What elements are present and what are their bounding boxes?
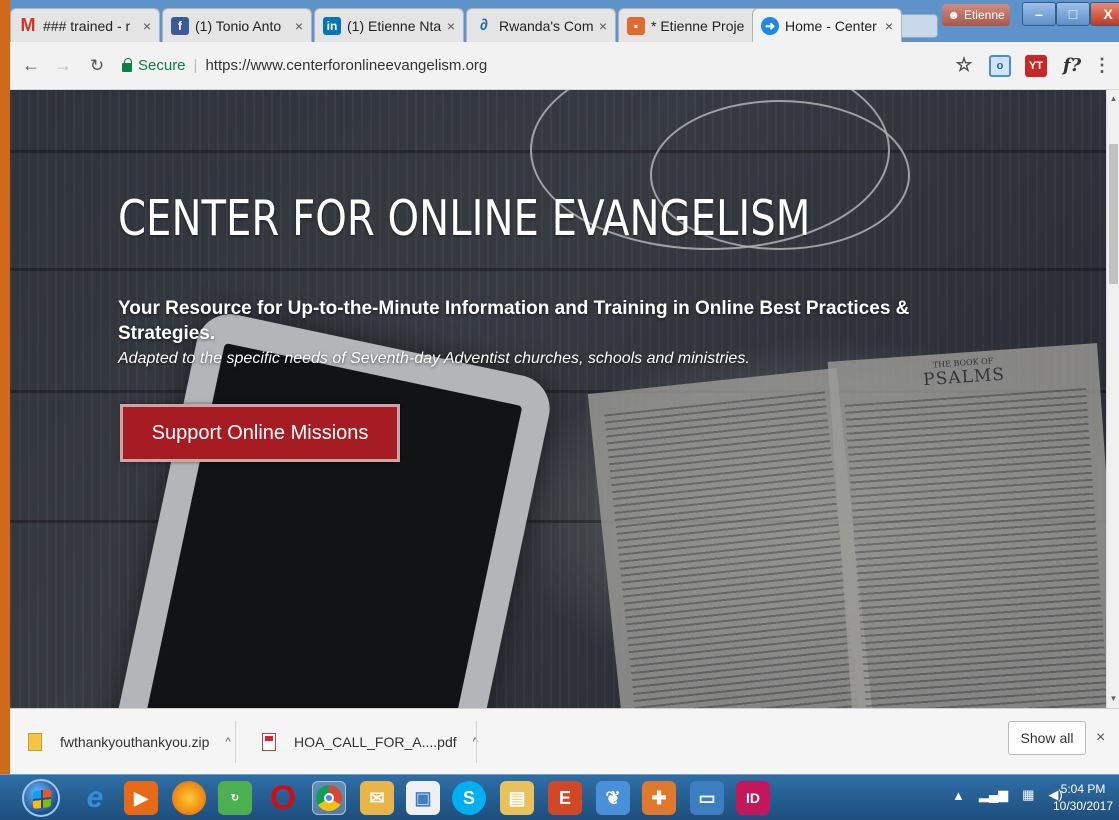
- browser-tab-strip: M ### trained - r × f (1) Tonio Anto × i…: [10, 0, 1119, 42]
- tab-gmail[interactable]: M ### trained - r ×: [10, 8, 160, 42]
- forward-icon[interactable]: →: [50, 53, 76, 79]
- show-all-button[interactable]: Show all: [1008, 721, 1086, 755]
- download-filename: HOA_CALL_FOR_A....pdf: [294, 734, 457, 750]
- close-icon[interactable]: ×: [599, 18, 607, 34]
- photo-viewer-icon[interactable]: ▣: [406, 781, 440, 815]
- chrome-logo: [316, 785, 342, 811]
- feather-icon: ∂: [480, 16, 488, 34]
- tab-title: (1) Tonio Anto: [195, 17, 282, 34]
- divider: [235, 721, 236, 763]
- chrome-icon[interactable]: [312, 781, 346, 815]
- back-icon[interactable]: ←: [18, 53, 44, 79]
- presentation-icon[interactable]: E: [548, 781, 582, 815]
- scroll-down-icon[interactable]: ▼: [1109, 694, 1118, 704]
- indesign-icon[interactable]: ID: [736, 781, 770, 815]
- chrome-logo-center: [324, 793, 334, 803]
- page-scrollbar[interactable]: ▲ ▼: [1106, 90, 1119, 708]
- page-tagline: Adapted to the specific needs of Seventh…: [118, 350, 750, 367]
- hero-section: THE BOOK OF PSALMS CENTER FOR ONLINE EVA…: [10, 90, 1106, 708]
- close-window-button[interactable]: X: [1090, 2, 1119, 26]
- download-item[interactable]: HOA_CALL_FOR_A....pdf ^: [262, 723, 478, 761]
- maximize-button[interactable]: □: [1056, 2, 1090, 26]
- desktop-edge: [0, 0, 10, 820]
- system-tray: ▲ ▂▄▆ ▦ ◀): [952, 787, 1063, 803]
- yt-extension-icon[interactable]: YT: [1025, 54, 1047, 77]
- zip-file-icon: [28, 733, 42, 751]
- mp4-converter-icon[interactable]: ↻: [218, 781, 252, 815]
- cleaner-icon[interactable]: ✉: [360, 781, 394, 815]
- address-bar[interactable]: Secure | https://www.centerforonlineevan…: [122, 51, 953, 81]
- url-text: https://www.centerforonlineevangelism.or…: [205, 57, 488, 74]
- tab-rwanda[interactable]: ∂ Rwanda's Com ×: [466, 8, 616, 42]
- books-icon[interactable]: ❦: [596, 781, 630, 815]
- tab-home-center[interactable]: ➜ Home - Center ×: [752, 8, 902, 42]
- reload-icon[interactable]: ↻: [84, 53, 110, 79]
- windows-logo-icon: [33, 789, 51, 809]
- file-explorer-icon[interactable]: ▤: [500, 781, 534, 815]
- tab-facebook[interactable]: f (1) Tonio Anto ×: [162, 8, 312, 42]
- tab-title: Rwanda's Com: [499, 17, 594, 34]
- close-icon[interactable]: ×: [143, 18, 151, 34]
- person-icon: ☻: [947, 8, 960, 22]
- opera-icon[interactable]: O: [266, 779, 300, 817]
- close-downloads-icon[interactable]: ×: [1096, 729, 1105, 747]
- tab-title: ### trained - r: [43, 17, 131, 34]
- tab-linkedin[interactable]: in (1) Etienne Nta ×: [314, 8, 464, 42]
- pdf-file-icon: [262, 733, 276, 751]
- toolbar-extensions: ☆ o YT f? ⋮: [953, 54, 1111, 77]
- facebook-icon: f: [171, 16, 189, 35]
- office-extension-icon[interactable]: o: [989, 54, 1011, 77]
- close-icon[interactable]: ×: [295, 18, 303, 34]
- new-tab-button[interactable]: [896, 14, 938, 38]
- linkedin-icon: in: [323, 16, 341, 35]
- paint-icon[interactable]: ✚: [642, 781, 676, 815]
- clock-date: 10/30/2017: [1052, 799, 1114, 813]
- download-filename: fwthankyouthankyou.zip: [60, 734, 210, 750]
- profile-button[interactable]: ☻ Etienne: [942, 4, 1010, 26]
- site-icon: ➜: [761, 16, 779, 35]
- show-hidden-icons-icon[interactable]: ▲: [952, 788, 965, 803]
- menu-icon[interactable]: ⋮: [1093, 55, 1111, 77]
- scroll-up-icon[interactable]: ▲: [1109, 94, 1118, 104]
- support-online-missions-button[interactable]: Support Online Missions: [120, 404, 400, 462]
- close-icon[interactable]: ×: [447, 18, 455, 34]
- tab-title: Home - Center: [785, 17, 877, 34]
- divider: [476, 721, 477, 763]
- ie-icon[interactable]: e: [78, 781, 112, 815]
- profile-name: Etienne: [963, 8, 1005, 22]
- close-icon[interactable]: ×: [885, 18, 893, 34]
- clock-time: 5:04 PM: [1060, 782, 1106, 796]
- page-subtitle: Your Resource for Up-to-the-Minute Infor…: [118, 298, 910, 344]
- secure-label: Secure: [138, 57, 186, 74]
- firefox-icon[interactable]: [172, 781, 206, 815]
- page-title: CENTER FOR ONLINE EVANGELISM: [118, 190, 811, 247]
- slides-icon: ▪: [627, 16, 645, 35]
- start-button[interactable]: [22, 779, 60, 817]
- scroll-thumb[interactable]: [1109, 144, 1118, 284]
- skype-icon[interactable]: S: [452, 781, 486, 815]
- lock-icon: [122, 58, 132, 72]
- media-icon[interactable]: ▶: [124, 781, 158, 815]
- gmail-icon: M: [20, 15, 36, 35]
- url-separator: |: [193, 57, 198, 74]
- tab-title: * Etienne Proje: [651, 17, 745, 34]
- system-clock[interactable]: 5:04 PM 10/30/2017: [1050, 781, 1116, 815]
- screen: M ### trained - r × f (1) Tonio Anto × i…: [0, 0, 1119, 820]
- tab-title: (1) Etienne Nta: [347, 17, 442, 34]
- download-item[interactable]: fwthankyouthankyou.zip ^: [28, 723, 231, 761]
- hero-overlay: [10, 90, 1106, 708]
- signal-icon[interactable]: ▂▄▆: [979, 787, 1008, 803]
- star-icon[interactable]: ☆: [953, 55, 975, 77]
- windows-taskbar: e ▶ ↻ O ✉ ▣ S ▤ E ❦ ✚ ▭ ID ▲ ▂▄▆ ▦ ◀) 5:…: [0, 774, 1119, 820]
- download-shelf: fwthankyouthankyou.zip ^ HOA_CALL_FOR_A.…: [10, 708, 1119, 774]
- tab-project[interactable]: ▪ * Etienne Proje ×: [618, 8, 768, 42]
- formula-extension-icon[interactable]: f?: [1061, 55, 1083, 77]
- network-icon[interactable]: ▦: [1022, 787, 1034, 803]
- minimize-button[interactable]: –: [1022, 2, 1056, 26]
- browser-toolbar: ← → ↻ Secure | https://www.centerforonli…: [10, 42, 1119, 90]
- chevron-up-icon[interactable]: ^: [225, 736, 230, 748]
- photos-icon[interactable]: ▭: [690, 781, 724, 815]
